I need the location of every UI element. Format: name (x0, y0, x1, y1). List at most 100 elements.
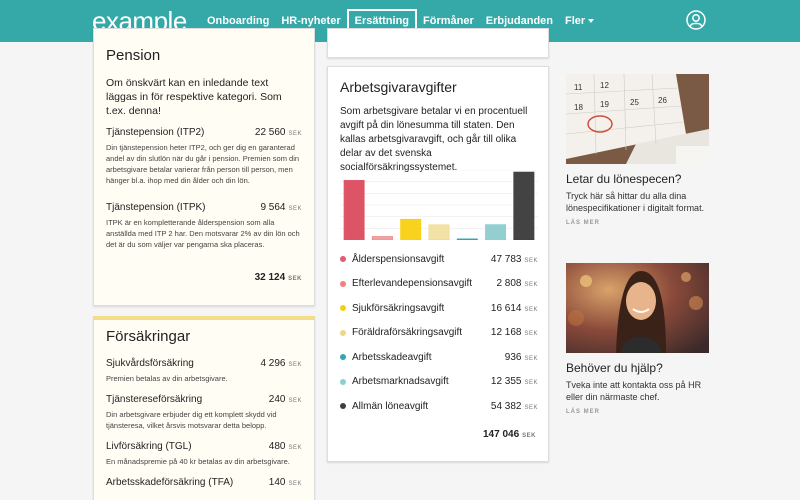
currency-label: SEK (524, 306, 538, 313)
read-more-link[interactable]: LÄS MER (566, 409, 709, 415)
calendar-number: 12 (600, 81, 609, 90)
item-name: Tjänstereseförsäkring (106, 394, 203, 405)
list-item: Arbetsskadeförsäkring (TFA) 140 SEK (106, 477, 302, 488)
item-description: Premien betalas av din arbetsgivare. (106, 374, 228, 383)
legend-value: 2 808 SEK (496, 278, 538, 289)
item-amount: 9 564 (260, 202, 286, 213)
legend-value: 47 783 SEK (491, 254, 538, 265)
legend-value: 16 614 SEK (491, 303, 538, 314)
help-promo[interactable]: Behöver du hjälp? Tveka inte att kontakt… (566, 263, 709, 415)
calendar-number: 25 (630, 98, 639, 107)
legend-amount: 12 355 (490, 376, 522, 388)
legend-amount: 12 168 (490, 327, 522, 339)
item-description: Din arbetsgivare erbjuder dig ett komple… (106, 410, 277, 430)
legend-category: Föräldraförsäkringsavgift (352, 327, 463, 339)
legend-dot-icon (340, 329, 346, 336)
legend-category: Sjukförsäkringsavgift (352, 302, 445, 314)
calendar-number: 18 (574, 103, 583, 112)
chart-bar[interactable] (428, 224, 450, 240)
legend-dot-icon (340, 280, 346, 287)
item-name: Sjukvårdsförsäkring (106, 358, 194, 369)
fees-bar-chart (340, 170, 538, 240)
legend-label: Arbetsskadeavgift (340, 352, 432, 363)
legend-label: Efterlevandepensionsavgift (340, 278, 472, 289)
calendar-number: 26 (658, 96, 667, 105)
legend-amount: 47 783 (490, 253, 522, 265)
currency-label: SEK (524, 404, 538, 411)
promo-text: Tryck här så hittar du alla dina lönespe… (566, 191, 705, 213)
calendar-image: 11 12 18 19 25 26 (566, 74, 709, 164)
currency-label: SEK (524, 282, 538, 289)
employer-fees-title: Arbetsgivaravgifter (340, 79, 457, 95)
promo-text: Tveka inte att kontakta oss på HR eller … (566, 380, 702, 402)
payslip-promo[interactable]: 11 12 18 19 25 26 Letar du lönespecen? T… (566, 74, 709, 226)
legend-dot-icon (340, 403, 346, 410)
currency-label: SEK (524, 257, 538, 264)
chart-bar[interactable] (371, 236, 393, 240)
list-item: Tjänstepension (ITP2) 22 560 SEK Din tjäns… (106, 127, 302, 186)
currency-label: SEK (288, 362, 302, 368)
item-description: Din tjänstepension heter ITP2, och ger d… (106, 143, 300, 185)
legend-amount: 16 614 (490, 302, 522, 314)
legend-category: Arbetsmarknadsavgift (352, 376, 449, 388)
legend-label: Arbetsmarknadsavgift (340, 376, 449, 387)
currency-label: SEK (288, 276, 302, 282)
list-item: Tjänstereseförsäkring 240 SEK Din arbetsgi… (106, 394, 302, 431)
currency-label: SEK (522, 433, 536, 439)
legend-row: Arbetsskadeavgift 936 SEK (340, 345, 538, 370)
pension-intro: Om önskvärt kan en inledande text läggas… (106, 77, 282, 117)
item-amount: 4 296 (260, 358, 286, 369)
legend-row: Allmän löneavgift 54 382 SEK (340, 394, 538, 419)
calendar-photo: 11 12 18 19 25 26 (566, 74, 709, 164)
chart-bar[interactable] (513, 171, 535, 240)
promo-title: Behöver du hjälp? (566, 361, 663, 375)
legend-row: Arbetsmarknadsavgift 12 355 SEK (340, 370, 538, 395)
currency-label: SEK (288, 398, 302, 404)
nav-item-fler-label: Fler (565, 15, 586, 27)
currency-label: SEK (288, 445, 302, 451)
promo-title: Letar du lönespecen? (566, 172, 682, 186)
pension-title: Pension (106, 47, 161, 64)
legend-value: 12 355 SEK (491, 376, 538, 387)
insurance-card: Försäkringar Sjukvårdsförsäkring 4 296 SEK… (93, 316, 315, 500)
legend-dot-icon (340, 256, 346, 263)
legend-amount: 2 808 (496, 278, 522, 290)
nav-item-fler[interactable]: Fler (559, 9, 600, 33)
legend-label: Sjukförsäkringsavgift (340, 303, 444, 314)
item-name: Livförsäkring (TGL) (106, 441, 192, 452)
chart-bar[interactable] (343, 179, 365, 240)
currency-label: SEK (524, 355, 538, 362)
person-photo (566, 263, 709, 353)
calendar-number: 11 (574, 83, 583, 92)
legend-label: Ålderspensionsavgift (340, 254, 444, 265)
legend-amount: 936 (504, 351, 522, 363)
chart-bar[interactable] (456, 238, 478, 240)
chevron-down-icon (588, 19, 595, 24)
employer-fees-intro: Som arbetsgivare betalar vi en procentue… (340, 106, 528, 173)
legend-row: Sjukförsäkringsavgift 16 614 SEK (340, 296, 538, 321)
legend-category: Allmän löneavgift (352, 400, 429, 412)
item-amount: 140 (268, 477, 286, 488)
currency-label: SEK (288, 481, 302, 487)
currency-label: SEK (524, 380, 538, 387)
item-name: Tjänstepension (ITPK) (106, 202, 206, 213)
legend-category: Ålderspensionsavgift (352, 253, 445, 265)
item-name: Arbetsskadeförsäkring (TFA) (106, 477, 234, 488)
item-amount: 480 (268, 441, 286, 452)
chart-bar[interactable] (400, 218, 422, 240)
item-description: En månadspremie på 40 kr betalas av din … (106, 457, 290, 466)
legend-row: Efterlevandepensionsavgift 2 808 SEK (340, 272, 538, 297)
total-amount: 147 046 (483, 429, 520, 440)
read-more-link[interactable]: LÄS MER (566, 220, 709, 226)
chart-bar[interactable] (485, 224, 507, 240)
legend-dot-icon (340, 305, 346, 312)
insurance-title: Försäkringar (106, 328, 191, 345)
person-image (566, 263, 709, 353)
legend-row: Ålderspensionsavgift 47 783 SEK (340, 247, 538, 272)
legend-amount: 54 382 (490, 400, 522, 412)
legend-dot-icon (340, 378, 346, 385)
employer-fees-card: Arbetsgivaravgifter Som arbetsgivare bet… (327, 66, 549, 462)
legend-category: Efterlevandepensionsavgift (352, 278, 473, 290)
user-account-icon[interactable] (686, 10, 706, 30)
item-amount: 22 560 (254, 127, 286, 138)
